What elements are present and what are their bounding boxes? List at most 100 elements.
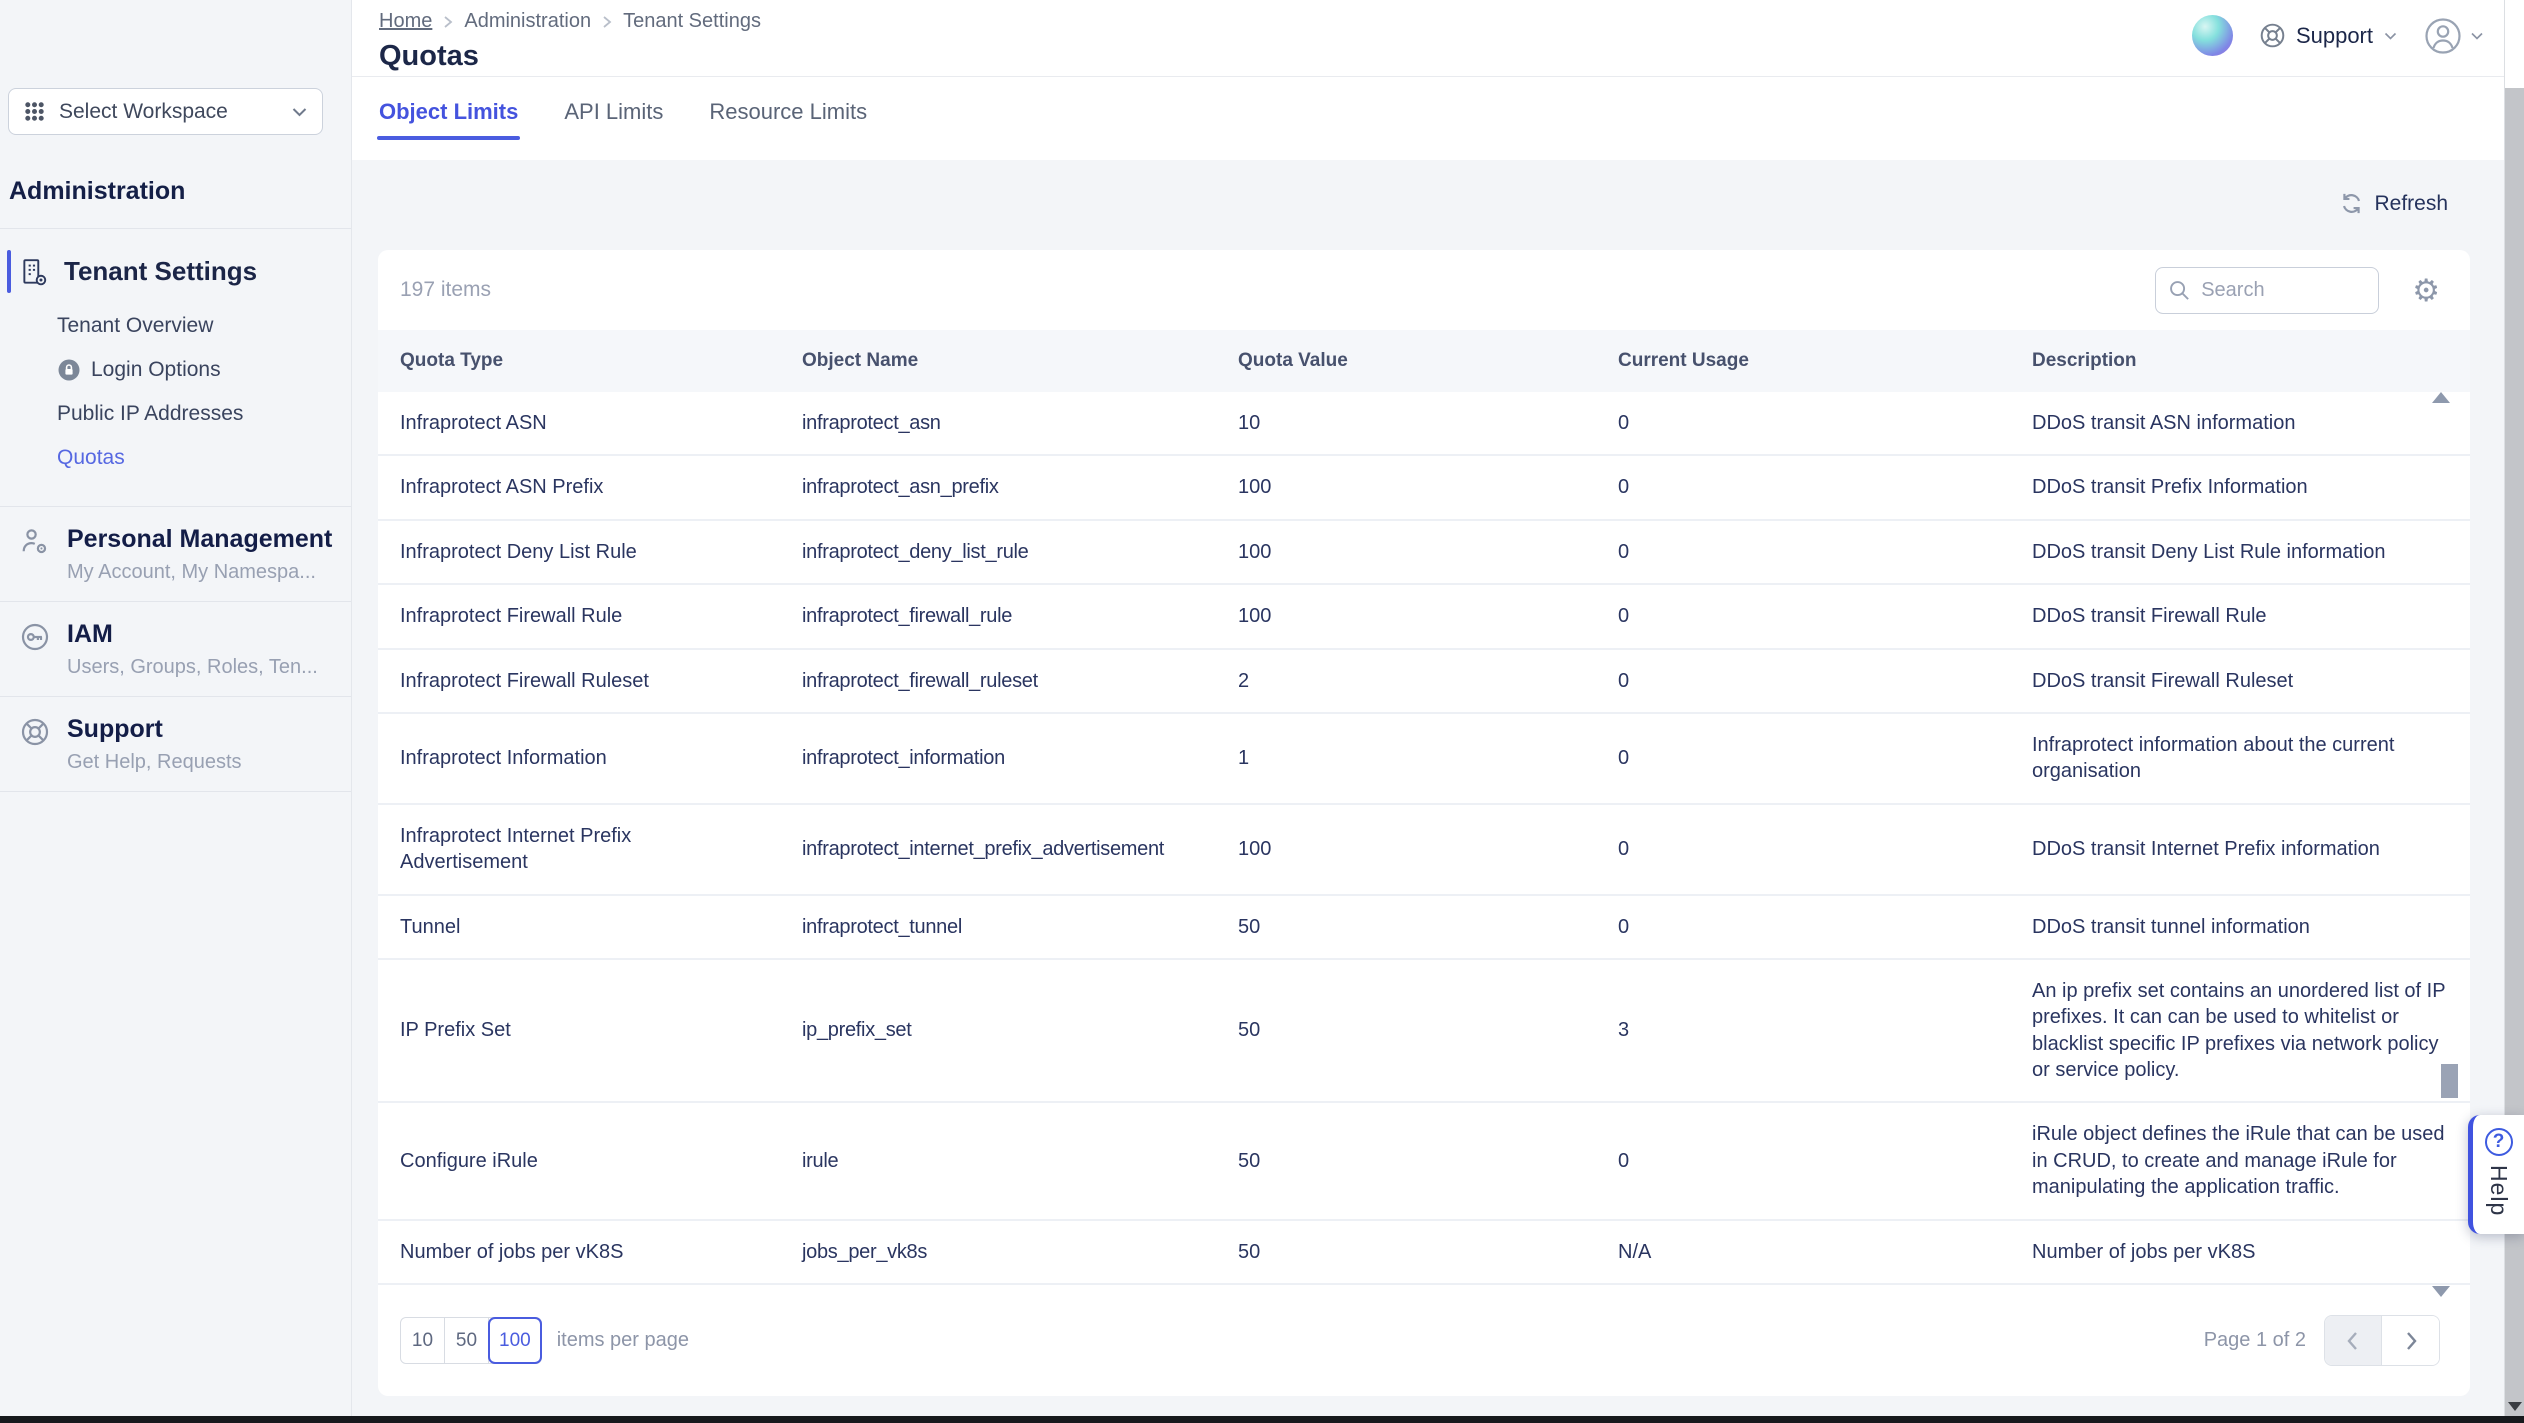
cell-quota-type: Configure iRule bbox=[378, 1102, 786, 1219]
cell-quota-type: Infraprotect ASN bbox=[378, 392, 786, 455]
bottom-system-bar bbox=[0, 1416, 2524, 1423]
column-header-object-name: Object Name bbox=[786, 330, 1222, 392]
sidebar-item-iam[interactable]: IAM Users, Groups, Roles, Ten... bbox=[0, 602, 351, 697]
items-count: 197 items bbox=[400, 278, 491, 302]
cell-object-name: irule bbox=[786, 1102, 1222, 1219]
table-settings-gear-icon[interactable]: ⚙ bbox=[2412, 275, 2440, 306]
page-nav-group bbox=[2324, 1315, 2440, 1366]
cell-current-usage: 0 bbox=[1602, 520, 2016, 584]
chevron-down-icon bbox=[2470, 31, 2484, 41]
table-row: Number of jobs per vK8S jobs_per_vk8s 50… bbox=[378, 1220, 2470, 1284]
sidebar-subitem-label: Tenant Overview bbox=[57, 314, 213, 338]
table-body: Infraprotect ASN infraprotect_asn 10 0 D… bbox=[378, 392, 2470, 1284]
refresh-button[interactable]: Refresh bbox=[2339, 191, 2448, 216]
cell-quota-value: 2 bbox=[1222, 649, 1602, 713]
refresh-icon bbox=[2339, 191, 2364, 216]
table-row: Tunnel infraprotect_tunnel 50 0 DDoS tra… bbox=[378, 895, 2470, 959]
cell-current-usage: 3 bbox=[1602, 959, 2016, 1103]
cell-current-usage: 0 bbox=[1602, 804, 2016, 895]
cell-current-usage: 0 bbox=[1602, 584, 2016, 648]
cell-current-usage: 0 bbox=[1602, 1102, 2016, 1219]
content-area: Refresh 197 items ⚙ bbox=[352, 160, 2524, 1416]
table-row: Infraprotect Firewall Rule infraprotect_… bbox=[378, 584, 2470, 648]
sidebar-item-quotas[interactable]: Quotas bbox=[0, 436, 351, 480]
sidebar-section-subtitle: Users, Groups, Roles, Ten... bbox=[67, 656, 318, 679]
sidebar-item-login-options[interactable]: Login Options bbox=[0, 348, 351, 392]
cell-description: DDoS transit ASN information bbox=[2016, 392, 2470, 455]
tab-api-limits[interactable]: API Limits bbox=[564, 99, 663, 140]
sidebar-item-public-ip-addresses[interactable]: Public IP Addresses bbox=[0, 392, 351, 436]
cell-object-name: infraprotect_asn bbox=[786, 392, 1222, 455]
next-page-button[interactable] bbox=[2382, 1316, 2439, 1365]
cell-quota-type: Infraprotect Firewall Rule bbox=[378, 584, 786, 648]
support-menu[interactable]: Support bbox=[2259, 22, 2398, 49]
cell-current-usage: 0 bbox=[1602, 455, 2016, 519]
search-icon bbox=[2168, 279, 2191, 302]
sidebar-section-label: Personal Management bbox=[67, 524, 332, 554]
sidebar-item-tenant-settings[interactable]: Tenant Settings bbox=[0, 247, 351, 296]
sidebar-section-subtitle: My Account, My Namespa... bbox=[67, 561, 332, 584]
page-size-10-button[interactable]: 10 bbox=[401, 1318, 445, 1363]
workspace-selector-label: Select Workspace bbox=[59, 100, 278, 124]
cell-quota-value: 10 bbox=[1222, 392, 1602, 455]
table-row: Infraprotect Information infraprotect_in… bbox=[378, 713, 2470, 804]
workspace-selector[interactable]: Select Workspace bbox=[8, 88, 323, 135]
table-row: Infraprotect ASN Prefix infraprotect_asn… bbox=[378, 455, 2470, 519]
table-scroll-up-arrow[interactable] bbox=[2432, 392, 2450, 403]
cell-object-name: infraprotect_information bbox=[786, 713, 1222, 804]
cell-object-name: infraprotect_internet_prefix_advertiseme… bbox=[786, 804, 1222, 895]
table-row: Configure iRule irule 50 0 iRule object … bbox=[378, 1102, 2470, 1219]
cell-current-usage: 0 bbox=[1602, 713, 2016, 804]
lifebuoy-icon bbox=[2259, 22, 2286, 49]
cell-quota-value: 50 bbox=[1222, 1102, 1602, 1219]
tab-object-limits[interactable]: Object Limits bbox=[379, 99, 518, 140]
breadcrumb-home-link[interactable]: Home bbox=[379, 10, 432, 33]
cell-object-name: infraprotect_asn_prefix bbox=[786, 455, 1222, 519]
table-row: IP Prefix Set ip_prefix_set 50 3 An ip p… bbox=[378, 959, 2470, 1103]
cell-quota-value: 100 bbox=[1222, 584, 1602, 648]
breadcrumb-administration-link[interactable]: Administration bbox=[464, 10, 591, 33]
chevron-down-icon bbox=[291, 106, 308, 118]
cell-quota-value: 1 bbox=[1222, 713, 1602, 804]
tab-bar: Object Limits API Limits Resource Limits bbox=[352, 77, 2524, 140]
sidebar-item-tenant-overview[interactable]: Tenant Overview bbox=[0, 304, 351, 348]
user-menu[interactable] bbox=[2424, 17, 2484, 55]
cell-quota-value: 50 bbox=[1222, 959, 1602, 1103]
cell-current-usage: N/A bbox=[1602, 1220, 2016, 1284]
column-header-description: Description bbox=[2016, 330, 2470, 392]
cell-quota-type: Infraprotect Firewall Ruleset bbox=[378, 649, 786, 713]
topbar: Home Administration Tenant Settings Quot… bbox=[352, 0, 2524, 160]
table-row: Infraprotect Internet Prefix Advertiseme… bbox=[378, 804, 2470, 895]
sidebar-section-title: Administration bbox=[9, 177, 351, 206]
chevron-down-icon bbox=[2383, 31, 2398, 41]
tenant-logo bbox=[2192, 15, 2233, 56]
divider bbox=[0, 228, 351, 229]
help-tab[interactable]: ? Help bbox=[2468, 1115, 2524, 1234]
refresh-label: Refresh bbox=[2374, 192, 2448, 216]
grid-icon bbox=[23, 100, 46, 123]
cell-current-usage: 0 bbox=[1602, 649, 2016, 713]
cell-description: DDoS transit Firewall Ruleset bbox=[2016, 649, 2470, 713]
cell-description: DDoS transit tunnel information bbox=[2016, 895, 2470, 959]
page-size-50-button[interactable]: 50 bbox=[445, 1318, 489, 1363]
page-size-100-button[interactable]: 100 bbox=[489, 1318, 541, 1363]
page-scroll-down-arrow[interactable] bbox=[2508, 1402, 2522, 1411]
cell-quota-type: Tunnel bbox=[378, 895, 786, 959]
table-scrollbar-thumb[interactable] bbox=[2441, 1064, 2458, 1098]
search-input[interactable] bbox=[2201, 279, 2366, 302]
cell-quota-type: Number of jobs per vK8S bbox=[378, 1220, 786, 1284]
previous-page-button[interactable] bbox=[2325, 1316, 2382, 1365]
lock-icon bbox=[57, 358, 81, 382]
column-header-current-usage: Current Usage bbox=[1602, 330, 2016, 392]
help-question-icon: ? bbox=[2485, 1128, 2513, 1156]
search-box[interactable] bbox=[2155, 267, 2379, 314]
breadcrumb-tenant-settings-link[interactable]: Tenant Settings bbox=[623, 10, 761, 33]
sidebar-item-support[interactable]: Support Get Help, Requests bbox=[0, 697, 351, 792]
quota-table-card: 197 items ⚙ bbox=[378, 250, 2470, 1396]
tab-resource-limits[interactable]: Resource Limits bbox=[709, 99, 867, 140]
pagination-bar: 10 50 100 items per page Page 1 of 2 bbox=[378, 1285, 2470, 1396]
cell-object-name: infraprotect_tunnel bbox=[786, 895, 1222, 959]
sidebar-item-personal-management[interactable]: Personal Management My Account, My Names… bbox=[0, 507, 351, 602]
cell-object-name: infraprotect_firewall_rule bbox=[786, 584, 1222, 648]
table-scroll-down-arrow[interactable] bbox=[2432, 1286, 2450, 1297]
